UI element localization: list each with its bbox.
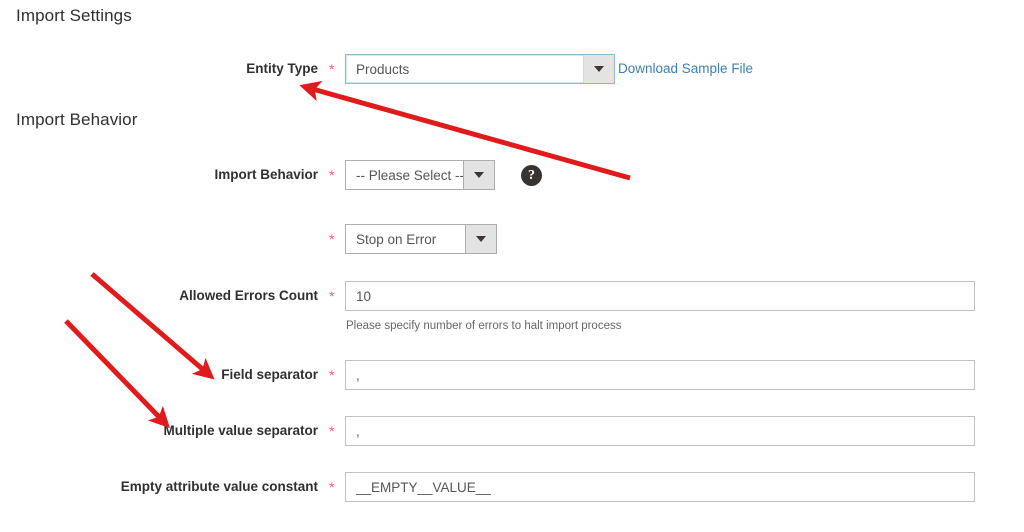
required-marker-multiple-value-separator: * bbox=[329, 423, 335, 439]
field-row-field-separator: Field separator * bbox=[0, 360, 1024, 390]
section-heading-import-settings: Import Settings bbox=[16, 6, 132, 25]
required-marker-allowed-errors-count: * bbox=[329, 288, 335, 304]
input-empty-attribute-value-constant[interactable] bbox=[345, 472, 975, 502]
download-sample-file-link[interactable]: Download Sample File bbox=[618, 54, 753, 84]
label-field-separator: Field separator bbox=[221, 367, 318, 382]
section-heading-import-behavior: Import Behavior bbox=[16, 110, 138, 129]
field-row-multiple-value-separator: Multiple value separator * bbox=[0, 416, 1024, 446]
label-multiple-value-separator: Multiple value separator bbox=[163, 423, 318, 438]
select-stop-on-error-value: Stop on Error bbox=[356, 231, 437, 247]
select-import-behavior-value: -- Please Select -- bbox=[356, 167, 463, 183]
field-row-allowed-errors-count: Allowed Errors Count * bbox=[0, 281, 1024, 311]
chevron-down-icon[interactable] bbox=[465, 225, 496, 253]
label-import-behavior: Import Behavior bbox=[214, 167, 318, 182]
label-allowed-errors-count: Allowed Errors Count bbox=[179, 288, 318, 303]
input-allowed-errors-count[interactable] bbox=[345, 281, 975, 311]
input-multiple-value-separator[interactable] bbox=[345, 416, 975, 446]
import-form-page: Import Settings Entity Type * Products D… bbox=[0, 0, 1024, 532]
required-marker-stop-on-error: * bbox=[329, 231, 335, 247]
select-entity-type-value: Products bbox=[356, 61, 410, 77]
chevron-down-icon[interactable] bbox=[463, 161, 494, 189]
note-allowed-errors-count: Please specify number of errors to halt … bbox=[346, 320, 622, 332]
required-marker-empty-attribute-value-constant: * bbox=[329, 479, 335, 495]
field-row-import-behavior: Import Behavior * -- Please Select -- ? bbox=[0, 160, 1024, 190]
required-marker-entity-type: * bbox=[329, 61, 335, 77]
field-row-entity-type: Entity Type * Products Download Sample F… bbox=[0, 54, 1024, 84]
label-entity-type: Entity Type bbox=[246, 61, 318, 76]
select-stop-on-error[interactable]: Stop on Error bbox=[345, 224, 497, 254]
input-field-separator[interactable] bbox=[345, 360, 975, 390]
chevron-down-icon[interactable] bbox=[583, 55, 614, 83]
field-row-stop-on-error: * Stop on Error bbox=[0, 224, 1024, 254]
label-empty-attribute-value-constant: Empty attribute value constant bbox=[120, 479, 318, 494]
field-row-empty-attribute-value-constant: Empty attribute value constant * bbox=[0, 472, 1024, 502]
required-marker-field-separator: * bbox=[329, 367, 335, 383]
select-import-behavior[interactable]: -- Please Select -- bbox=[345, 160, 495, 190]
select-entity-type[interactable]: Products bbox=[345, 54, 615, 84]
help-circle-icon[interactable]: ? bbox=[521, 165, 542, 186]
required-marker-import-behavior: * bbox=[329, 167, 335, 183]
